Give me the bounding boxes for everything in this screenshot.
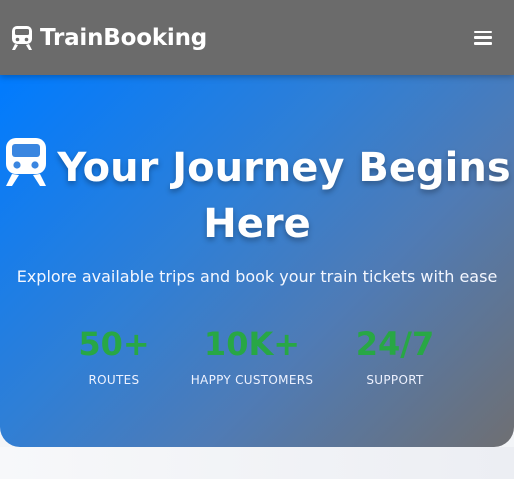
brand-link[interactable]: TrainBooking — [10, 25, 207, 51]
stats-row: 50+ Routes 10K+ Happy Customers 24/7 Sup… — [0, 323, 514, 393]
hamburger-menu-icon[interactable] — [474, 30, 492, 46]
stat-value: 10K+ — [203, 325, 301, 363]
menu-bar — [474, 41, 492, 45]
stat-label: Happy Customers — [190, 373, 314, 387]
navbar: TrainBooking — [0, 0, 514, 75]
hero-title-text: Your Journey Begins Here — [57, 145, 511, 247]
hero-section: Your Journey Begins Here Explore availab… — [0, 75, 514, 447]
stat-routes: 50+ Routes — [34, 323, 194, 387]
train-icon — [6, 138, 47, 186]
stat-label: Routes — [88, 373, 140, 387]
stat-value: 50+ — [78, 325, 150, 363]
hero-subtitle: Explore available trips and book your tr… — [16, 267, 498, 286]
hero-title: Your Journey Begins Here — [0, 137, 514, 252]
menu-bar — [474, 36, 492, 39]
train-icon — [12, 25, 32, 50]
menu-bar — [474, 30, 492, 34]
stat-label: Support — [366, 373, 424, 387]
stat-value: 24/7 — [355, 325, 435, 363]
stat-happy-customers: 10K+ Happy Customers — [172, 323, 332, 387]
brand-name: TrainBooking — [40, 24, 208, 51]
page-content-area — [0, 447, 514, 479]
stat-support: 24/7 Support — [315, 323, 475, 387]
